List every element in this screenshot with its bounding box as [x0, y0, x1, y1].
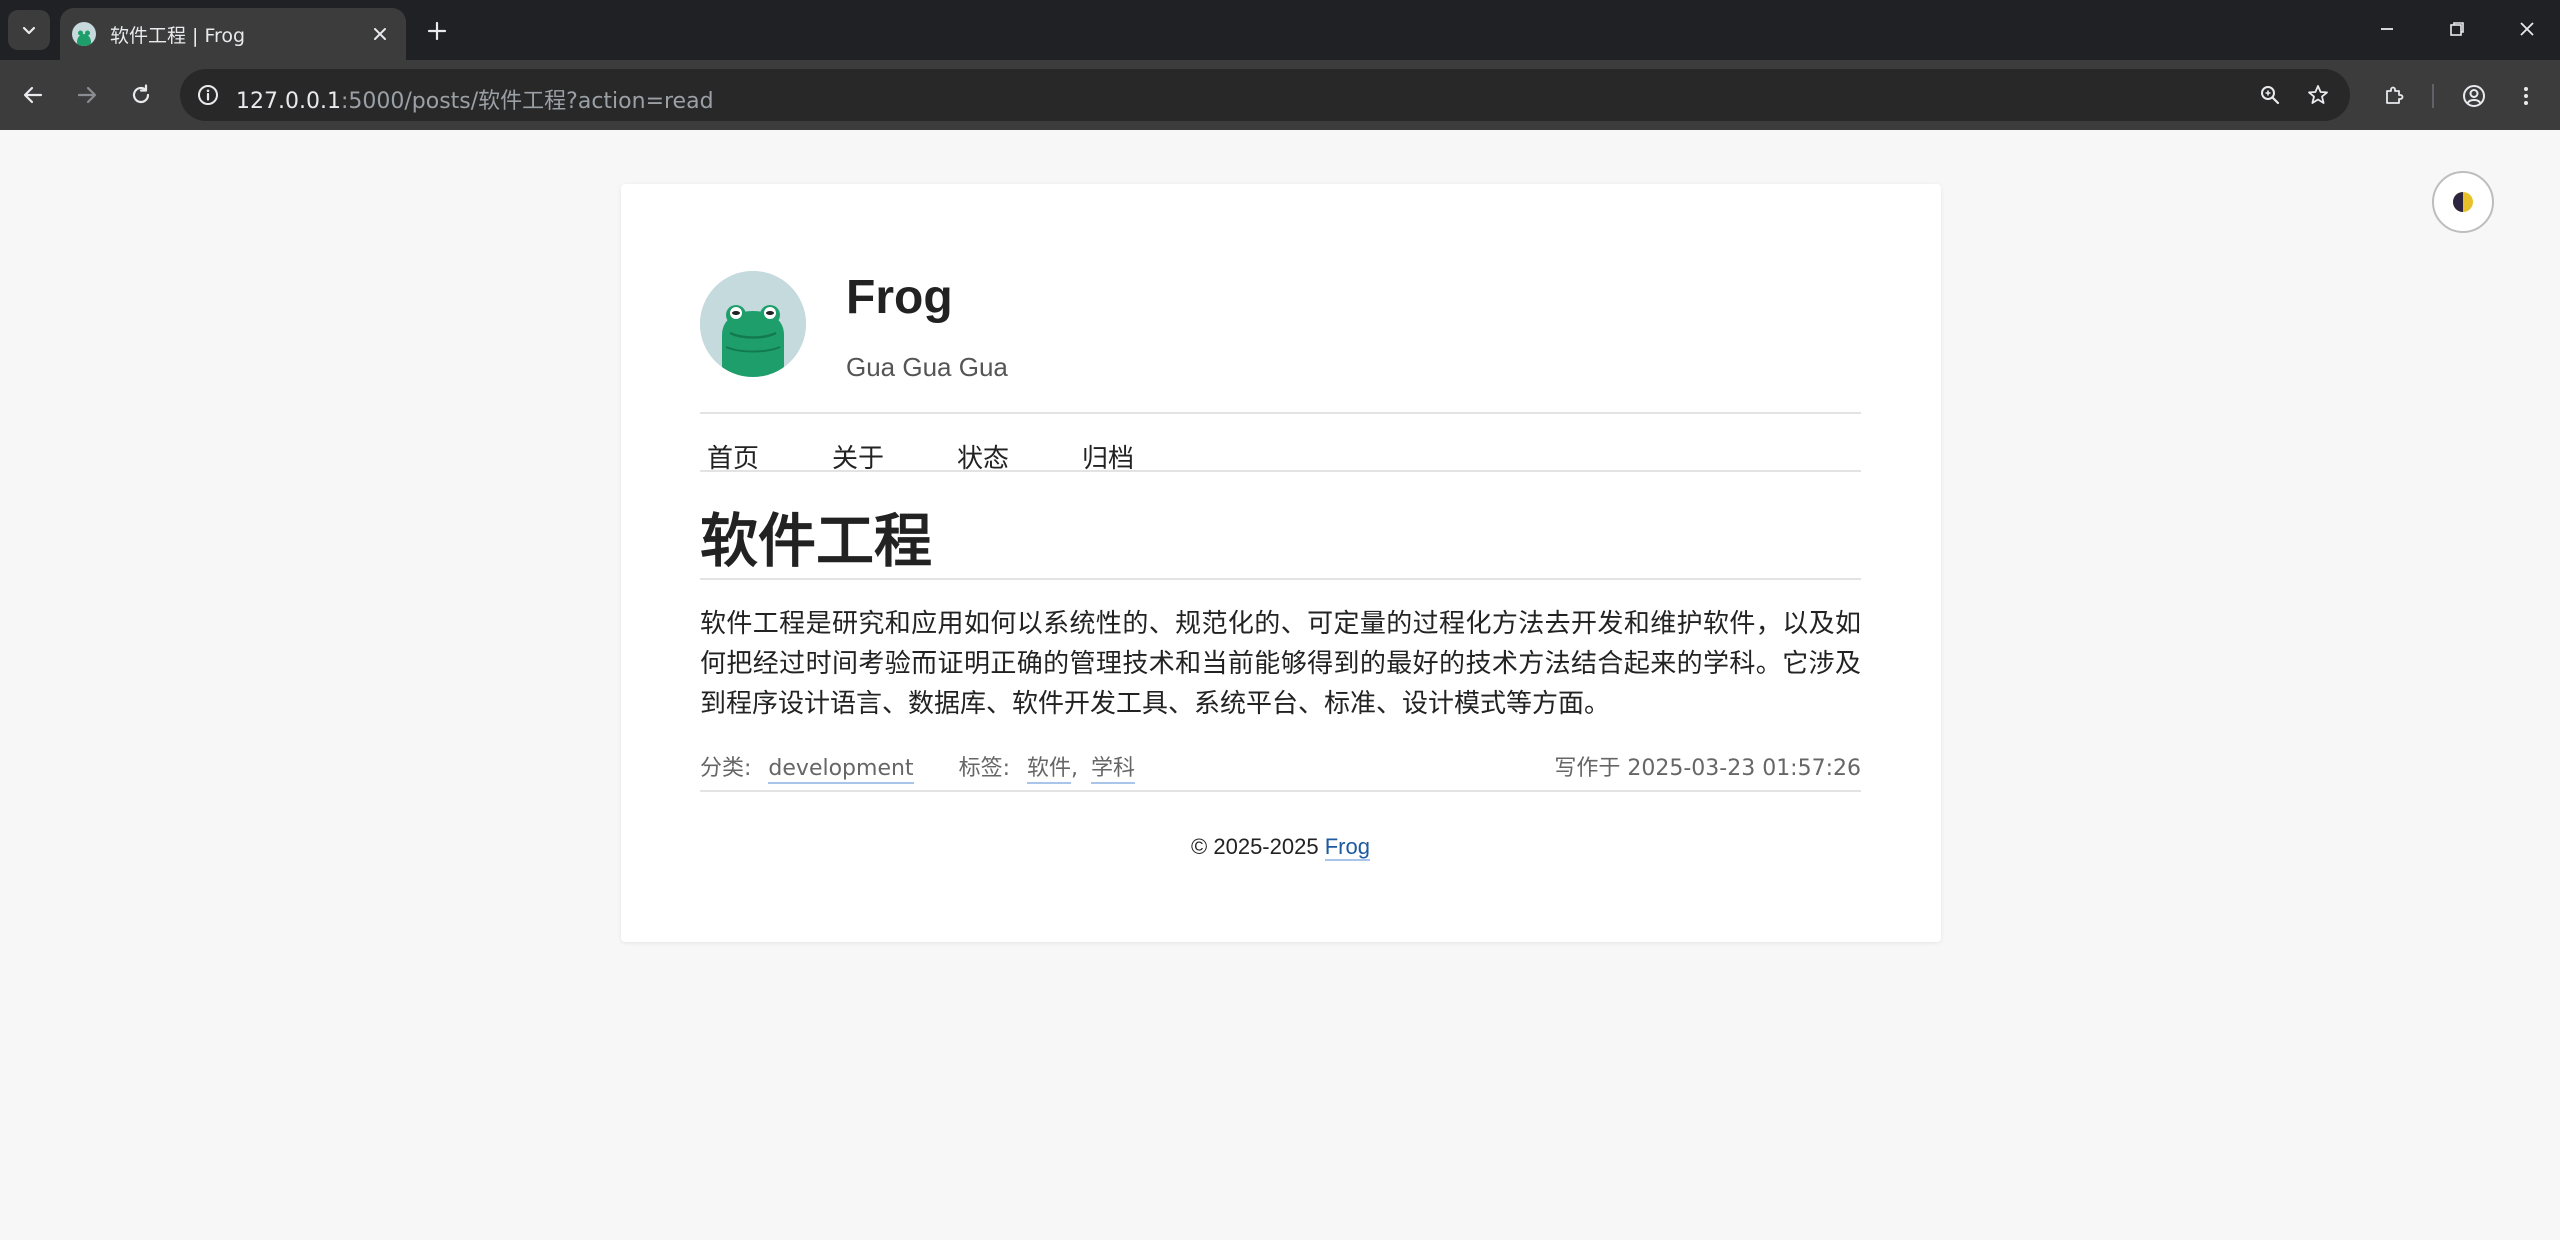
minimize-window-icon[interactable] [2352, 6, 2422, 52]
tab-search-button[interactable] [8, 10, 50, 50]
tag-link-software[interactable]: 软件 [1026, 756, 1071, 784]
main-card: Frog Gua Gua Gua 首页 关于 状态 归档 软件工程 软件工程是研… [621, 184, 1941, 942]
site-title[interactable]: Frog [846, 270, 953, 325]
category-label: 分类: [700, 756, 752, 781]
toolbar-separator [2432, 84, 2434, 108]
nav-item-home[interactable]: 首页 [707, 438, 759, 475]
page-footer: © 2025-2025 Frog [700, 834, 1861, 861]
nav-item-about[interactable]: 关于 [832, 438, 884, 475]
address-bar[interactable]: 127.0.0.1:5000/posts/软件工程?action=read [180, 69, 2350, 121]
theme-toggle-button[interactable] [2432, 171, 2494, 233]
category-link[interactable]: development [768, 756, 914, 784]
bookmark-star-icon[interactable] [2302, 79, 2334, 111]
site-info-icon[interactable] [192, 79, 224, 111]
tab-title: 软件工程 | Frog [110, 24, 246, 47]
forward-arrow-icon[interactable] [66, 74, 108, 116]
url-text[interactable]: 127.0.0.1:5000/posts/软件工程?action=read [236, 83, 714, 115]
title-divider [700, 578, 1861, 580]
post-body: 软件工程是研究和应用如何以系统性的、规范化的、可定量的过程化方法去开发和维护软件… [700, 609, 1861, 719]
meta-divider [700, 790, 1861, 792]
tag-separator: , [1071, 756, 1078, 781]
site-description: Gua Gua Gua [846, 352, 1008, 382]
restore-window-icon[interactable] [2422, 6, 2492, 52]
nav-item-status[interactable]: 状态 [957, 438, 1009, 475]
written-timestamp: 2025-03-23 01:57:26 [1627, 756, 1861, 781]
post-meta: 分类: development 标签: 软件, 学科 写作于 2025-03-2… [700, 750, 1861, 786]
chevron-down-icon [22, 26, 36, 35]
post-title: 软件工程 [700, 507, 933, 575]
half-moon-contrast-icon [2453, 192, 2473, 212]
browser-tab-active[interactable]: 软件工程 | Frog [60, 8, 406, 60]
profile-avatar-icon[interactable] [2454, 76, 2494, 116]
frog-avatar[interactable] [700, 271, 806, 377]
browser-menu-kebab-icon[interactable] [2506, 76, 2546, 116]
tab-close-icon[interactable] [368, 22, 392, 46]
url-host: 127.0.0.1 [236, 89, 341, 114]
url-path: :5000/posts/软件工程?action=read [340, 89, 714, 114]
browser-toolbar: 127.0.0.1:5000/posts/软件工程?action=read [0, 60, 2560, 130]
frog-favicon-icon [72, 22, 96, 46]
reload-icon[interactable] [120, 74, 162, 116]
browser-tab-strip: 软件工程 | Frog [0, 0, 2560, 60]
close-window-icon[interactable] [2492, 6, 2560, 52]
tags-label: 标签: [958, 756, 1010, 781]
nav-item-archive[interactable]: 归档 [1082, 438, 1134, 475]
site-nav: 首页 关于 状态 归档 [700, 428, 1861, 484]
zoom-icon[interactable] [2254, 79, 2286, 111]
tag-link-discipline[interactable]: 学科 [1091, 756, 1136, 784]
extensions-puzzle-icon[interactable] [2374, 76, 2414, 116]
footer-author-link[interactable]: Frog [1324, 834, 1370, 861]
copyright-text: © 2025-2025 [1191, 834, 1319, 859]
nav-divider [700, 470, 1861, 472]
header-divider [700, 412, 1861, 414]
back-arrow-icon[interactable] [12, 74, 54, 116]
new-tab-plus-icon[interactable] [420, 14, 454, 48]
written-label: 写作于 [1554, 756, 1621, 781]
